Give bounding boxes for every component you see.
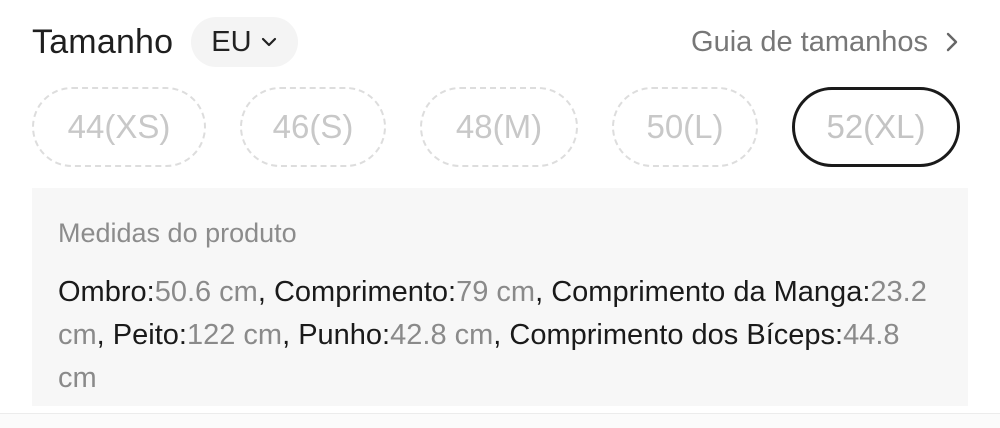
measurements-title: Medidas do produto <box>58 218 297 248</box>
measurement-separator: , <box>257 276 274 308</box>
size-option-label: 46(S) <box>272 108 354 145</box>
chevron-right-icon <box>946 32 958 52</box>
size-region-value: EU <box>211 25 252 58</box>
size-region-dropdown[interactable]: EU <box>191 17 298 67</box>
measurement-value: 79 cm <box>456 276 536 308</box>
measurement-label: Punho: <box>298 319 391 351</box>
size-option-48-m[interactable]: 48(M) <box>420 87 578 167</box>
measurement-separator: , <box>535 276 552 308</box>
size-header-left: Tamanho EU <box>32 17 298 67</box>
measurement-label: Ombro: <box>58 276 155 308</box>
measurement-value: 122 cm <box>186 319 283 351</box>
size-guide-label: Guia de tamanhos <box>691 25 928 58</box>
size-title: Tamanho <box>32 22 174 61</box>
measurement-label: Comprimento dos Bíceps: <box>509 319 844 351</box>
size-header: Tamanho EU Guia de tamanhos <box>32 16 960 68</box>
size-options: 44(XS) 46(S) 48(M) 50(L) 52(XL) <box>32 87 960 167</box>
measurement-label: Peito: <box>112 319 187 351</box>
size-option-44-xs[interactable]: 44(XS) <box>32 87 206 167</box>
size-guide-link[interactable]: Guia de tamanhos <box>691 26 960 59</box>
measurement-separator: , <box>282 319 299 351</box>
size-option-label: 44(XS) <box>67 108 171 145</box>
measurements-text: Ombro:50.6 cm, Comprimento:79 cm, Compri… <box>58 271 938 400</box>
measurement-label: Comprimento: <box>273 276 457 308</box>
size-option-label: 48(M) <box>455 108 543 145</box>
measurement-value: 42.8 cm <box>390 319 494 351</box>
measurement-label: Comprimento da Manga: <box>551 276 871 308</box>
bottom-divider <box>0 413 1000 428</box>
chevron-down-icon <box>261 37 276 47</box>
size-option-52-xl[interactable]: 52(XL) <box>792 87 960 167</box>
size-option-label: 50(L) <box>646 108 724 145</box>
size-option-label: 52(XL) <box>826 108 926 145</box>
measurement-separator: , <box>96 319 113 351</box>
measurement-value: 50.6 cm <box>154 276 258 308</box>
product-measurements-panel: Medidas do produto Ombro:50.6 cm, Compri… <box>32 188 968 406</box>
size-option-50-l[interactable]: 50(L) <box>612 87 758 167</box>
measurement-separator: , <box>493 319 510 351</box>
size-option-46-s[interactable]: 46(S) <box>240 87 386 167</box>
